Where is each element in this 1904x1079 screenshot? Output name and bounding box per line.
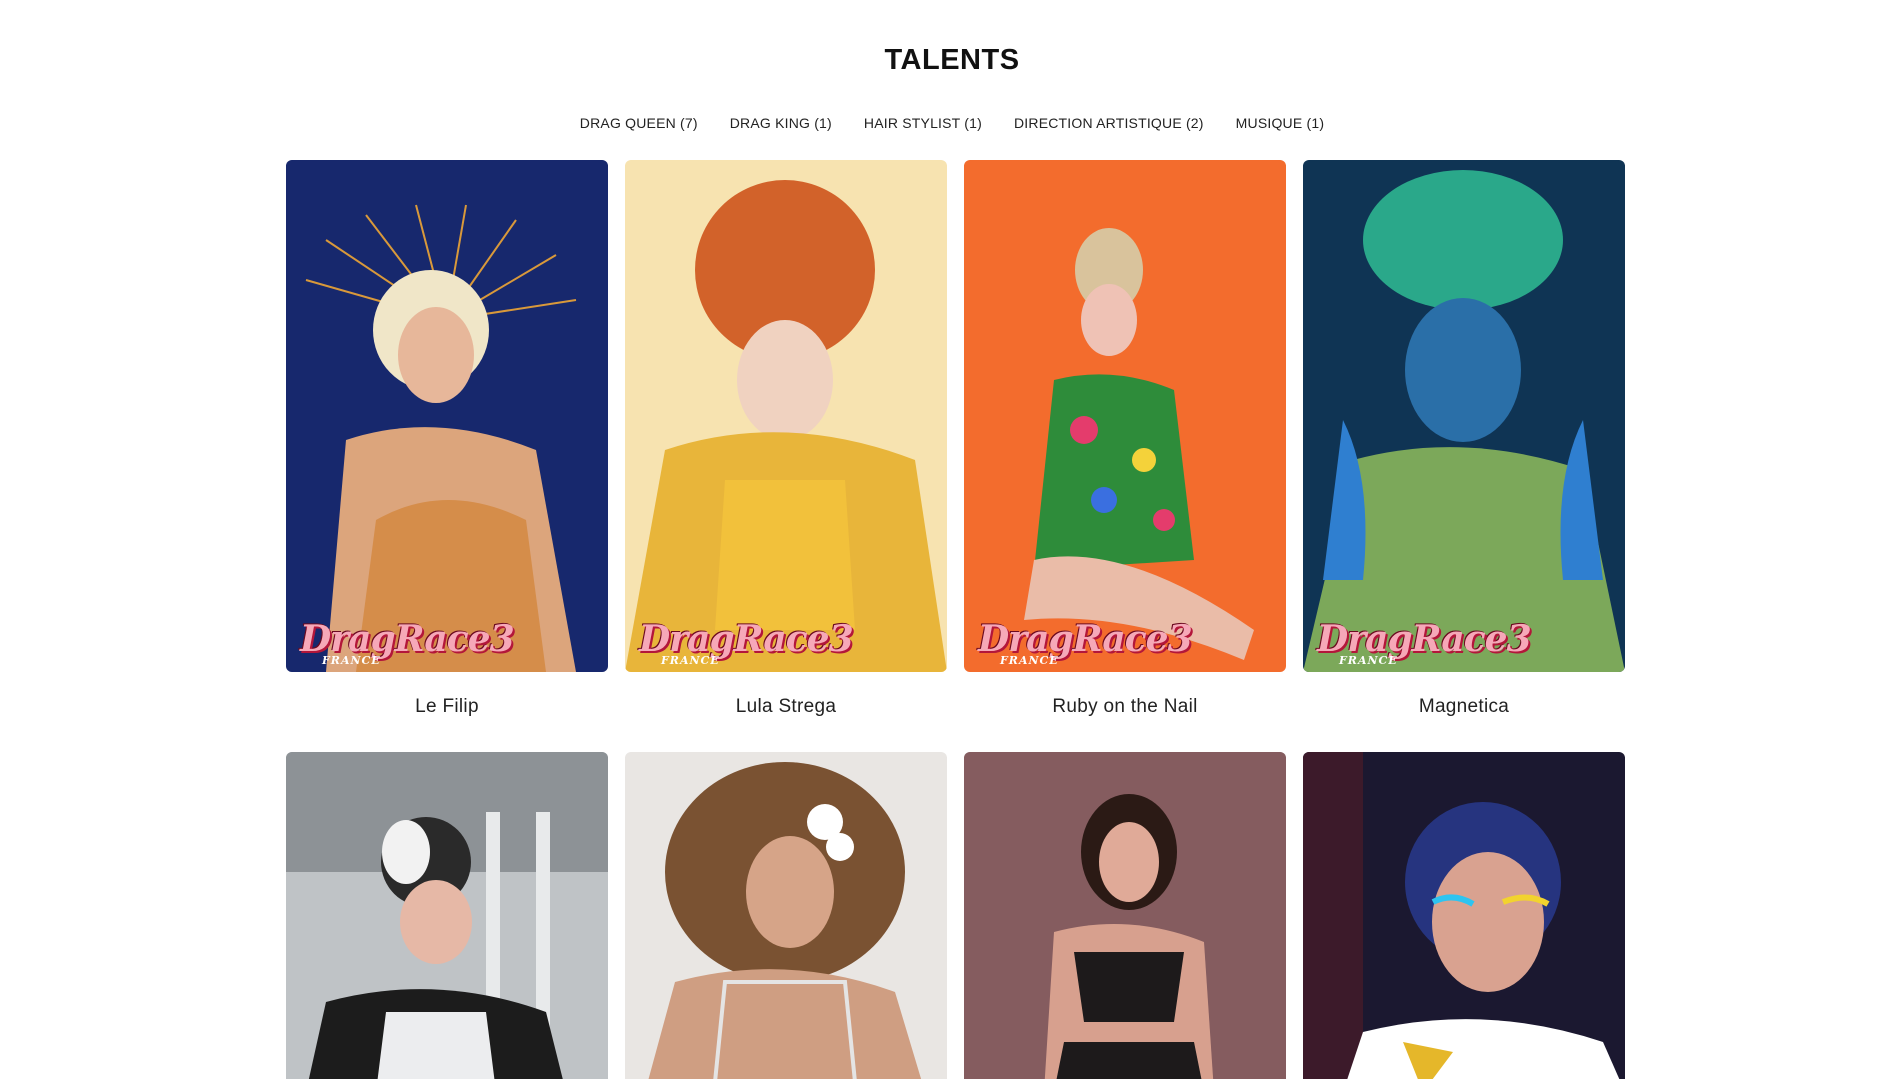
talent-grid: DragRace3 FRANCE Le Filip DragRace3 FRANCE… (286, 160, 1625, 1079)
category-filters: DRAG QUEEN (7) DRAG KING (1) HAIR STYLIS… (0, 115, 1904, 131)
filter-drag-king[interactable]: DRAG KING (1) (730, 115, 832, 131)
filter-drag-queen[interactable]: DRAG QUEEN (7) (580, 115, 698, 131)
filter-hair-stylist[interactable]: HAIR STYLIST (1) (864, 115, 982, 131)
talents-page: TALENTS DRAG QUEEN (7) DRAG KING (1) HAI… (0, 0, 1904, 1079)
talent-photo[interactable]: DragRace3 FRANCE (964, 160, 1286, 672)
talent-card-le-filip[interactable]: DragRace3 FRANCE Le Filip (286, 160, 608, 752)
dragrace-logo: DragRace3 FRANCE (978, 618, 1193, 667)
talent-card[interactable] (625, 752, 947, 1079)
dragrace-logo: DragRace3 FRANCE (1317, 618, 1532, 667)
dragrace-logo: DragRace3 FRANCE (300, 618, 515, 667)
talent-card-ruby-on-the-nail[interactable]: DragRace3 FRANCE Ruby on the Nail (964, 160, 1286, 752)
talent-name[interactable]: Lula Strega (625, 672, 947, 752)
page-title: TALENTS (884, 44, 1020, 76)
talent-photo[interactable] (1303, 752, 1625, 1079)
talent-photo[interactable] (286, 752, 608, 1079)
talent-photo[interactable]: DragRace3 FRANCE (1303, 160, 1625, 672)
talent-photo[interactable] (964, 752, 1286, 1079)
filter-musique[interactable]: MUSIQUE (1) (1236, 115, 1325, 131)
talent-card-magnetica[interactable]: DragRace3 FRANCE Magnetica (1303, 160, 1625, 752)
talent-name[interactable]: Magnetica (1303, 672, 1625, 752)
talent-name[interactable]: Ruby on the Nail (964, 672, 1286, 752)
talent-card[interactable] (964, 752, 1286, 1079)
talent-card[interactable] (286, 752, 608, 1079)
talent-name[interactable]: Le Filip (286, 672, 608, 752)
filter-direction-artistique[interactable]: DIRECTION ARTISTIQUE (2) (1014, 115, 1204, 131)
talent-photo[interactable] (625, 752, 947, 1079)
talent-photo[interactable]: DragRace3 FRANCE (286, 160, 608, 672)
talent-card-lula-strega[interactable]: DragRace3 FRANCE Lula Strega (625, 160, 947, 752)
talent-card[interactable] (1303, 752, 1625, 1079)
dragrace-logo: DragRace3 FRANCE (639, 618, 854, 667)
talent-photo[interactable]: DragRace3 FRANCE (625, 160, 947, 672)
